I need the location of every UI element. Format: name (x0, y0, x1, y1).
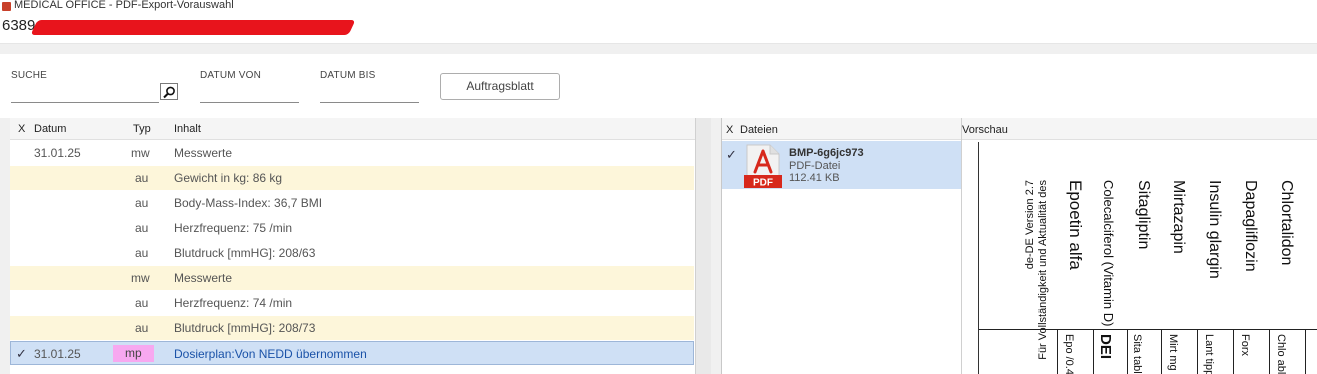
column-header-x[interactable]: X (18, 123, 25, 135)
row-date: 31.01.25 (34, 146, 81, 160)
row-type: mw (131, 271, 150, 285)
window-title: MEDICAL OFFICE - PDF-Export-Vorauswahl (14, 0, 234, 11)
file-type: PDF-Datei (789, 160, 841, 172)
table-rule (1093, 330, 1094, 374)
file-check[interactable]: ✓ (726, 147, 737, 163)
pdf-icon-label: PDF (753, 178, 773, 189)
preview-title: Vorschau (962, 124, 1008, 136)
column-header-inhalt[interactable]: Inhalt (174, 123, 201, 135)
entries-header: X Datum Typ Inhalt (10, 118, 695, 140)
table-row[interactable]: au Herzfrequenz: 75 /min (10, 216, 694, 240)
file-item[interactable]: ✓ PDF BMP-6g6jc973 PDF-Datei 112.41 KB (722, 141, 962, 189)
patient-bar: 6389 (0, 14, 1317, 44)
auftragsblatt-button[interactable]: Auftragsblatt (440, 73, 560, 100)
drug-cell: Sita table (1131, 334, 1143, 374)
file-size: 112.41 KB (789, 172, 840, 184)
app-icon (2, 2, 11, 11)
search-label: SUCHE (11, 70, 48, 81)
drug-cell: DEI (1097, 334, 1114, 360)
drug-cell: Lant tipp (1203, 334, 1215, 374)
table-rule (1057, 330, 1058, 374)
redaction-mark (30, 20, 356, 35)
drug-name: Colecalciferol (Vitamin D) (1101, 180, 1116, 327)
drug-cell: Chlo able (1275, 334, 1287, 374)
row-type-badge: mp (113, 345, 154, 362)
drug-cell: Epo /0.4 (1063, 334, 1075, 374)
table-row[interactable]: au Body-Mass-Index: 36,7 BMI (10, 191, 694, 215)
date-from-input[interactable] (200, 102, 299, 103)
table-row[interactable]: au Blutdruck [mmHG]: 208/73 (10, 316, 694, 340)
row-type: au (135, 246, 149, 260)
row-content: Messwerte (174, 271, 233, 285)
preview-footer-line1: Für Vollständigkeit und Aktualität des (1037, 180, 1049, 360)
row-type: au (135, 221, 149, 235)
row-type: mw (131, 146, 150, 160)
drug-cell: Forx (1239, 334, 1251, 356)
preview-header: Vorschau (962, 118, 1317, 140)
drug-name: Chlortalidon (1278, 180, 1295, 266)
row-content: Body-Mass-Index: 36,7 BMI (174, 196, 323, 210)
row-type: au (135, 171, 149, 185)
table-rule (1197, 330, 1198, 374)
table-rule (1127, 330, 1128, 374)
table-row[interactable]: au Blutdruck [mmHG]: 208/63 (10, 241, 694, 265)
row-type: au (135, 196, 149, 210)
column-header-datum[interactable]: Datum (34, 123, 66, 135)
entries-scrollbar[interactable] (695, 118, 711, 374)
date-from-label: DATUM VON (200, 70, 262, 81)
drug-name: Insulin glargin (1206, 180, 1223, 279)
row-content: Dosierplan:Von NEDD übernommen (174, 347, 367, 361)
drug-name: Epoetin alfa (1066, 180, 1085, 270)
row-type: au (135, 321, 149, 335)
spacer (0, 44, 1317, 54)
row-content: Herzfrequenz: 75 /min (174, 221, 293, 235)
files-panel: X Dateien ✓ PDF BMP-6g6jc973 PDF-Datei 1… (721, 118, 962, 374)
row-date: 31.01.25 (34, 347, 81, 361)
table-rule (1233, 330, 1234, 374)
table-rule (1161, 330, 1162, 374)
search-icon (163, 86, 175, 99)
row-content: Blutdruck [mmHG]: 208/63 (174, 246, 316, 260)
filter-bar: SUCHE DATUM VON DATUM BIS Auftragsblatt (0, 54, 1317, 118)
patient-info: 6389 (2, 17, 36, 34)
entries-table: X Datum Typ Inhalt 31.01.25 mw Messwerte… (10, 118, 695, 374)
table-row[interactable]: au Herzfrequenz: 74 /min (10, 291, 694, 315)
row-content: Blutdruck [mmHG]: 208/73 (174, 321, 316, 335)
table-row[interactable]: mw Messwerte (10, 266, 694, 290)
row-content: Herzfrequenz: 74 /min (174, 296, 293, 310)
row-type: au (135, 296, 149, 310)
row-content: Gewicht in kg: 86 kg (174, 171, 283, 185)
table-rule (979, 329, 1317, 330)
panel-splitter[interactable] (711, 118, 721, 374)
table-rule (1305, 330, 1306, 374)
drug-name: Dapagliflozin (1242, 180, 1259, 272)
search-button[interactable] (160, 83, 178, 100)
search-input[interactable] (11, 102, 159, 103)
title-bar: MEDICAL OFFICE - PDF-Export-Vorauswahl (0, 0, 1317, 14)
table-row[interactable]: 31.01.25 mw Messwerte (10, 141, 694, 165)
drug-name: Mirtazapin (1170, 180, 1187, 254)
column-header-x[interactable]: X (726, 124, 733, 136)
drug-cell: Mirt mg (1167, 334, 1179, 371)
file-name: BMP-6g6jc973 (789, 147, 864, 159)
table-row-selected[interactable]: ✓ 31.01.25 mp Dosierplan:Von NEDD überno… (10, 341, 694, 365)
row-check[interactable]: ✓ (16, 346, 27, 362)
table-rule (1269, 330, 1270, 374)
files-header: X Dateien (722, 118, 962, 140)
column-header-typ[interactable]: Typ (133, 123, 151, 135)
drug-name: Sitagliptin (1135, 180, 1152, 250)
table-row[interactable]: au Gewicht in kg: 86 kg (10, 166, 694, 190)
preview-panel: Vorschau Für Vollständigkeit und Aktuali… (961, 118, 1317, 374)
date-to-input[interactable] (320, 102, 419, 103)
row-content: Messwerte (174, 146, 233, 160)
column-header-dateien[interactable]: Dateien (740, 124, 778, 136)
pdf-file-icon: PDF (744, 144, 782, 188)
date-to-label: DATUM BIS (320, 70, 376, 81)
preview-footer-line2: de-DE Version 2.7 (1024, 180, 1036, 270)
preview-document[interactable]: Für Vollständigkeit und Aktualität des d… (978, 142, 1317, 374)
